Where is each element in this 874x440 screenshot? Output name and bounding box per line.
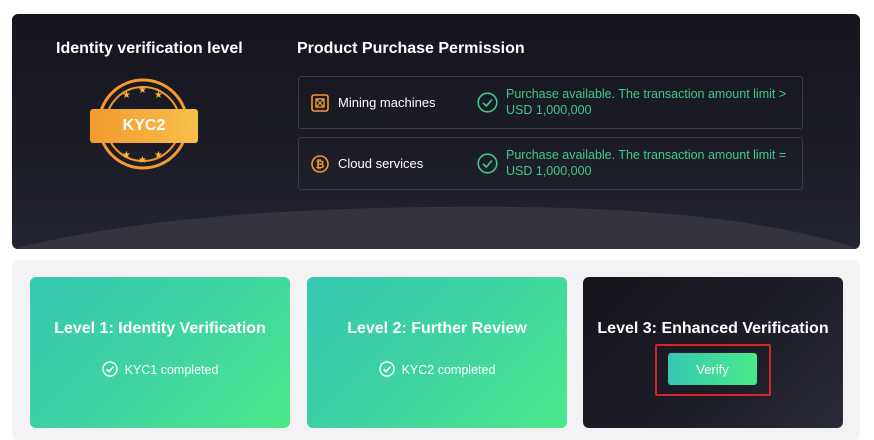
svg-text:★: ★: [154, 150, 163, 161]
level-2-title: Level 2: Further Review: [347, 320, 527, 337]
svg-text:★: ★: [138, 155, 147, 166]
level-1-status: KYC1 completed: [30, 361, 290, 377]
svg-text:★: ★: [138, 85, 147, 96]
kyc-badge-label: KYC2: [90, 109, 198, 143]
permission-name: Mining machines: [338, 95, 436, 110]
permission-row-cloud: ₿ Cloud services Purchase available. The…: [298, 137, 803, 190]
check-circle-icon: [477, 92, 498, 113]
level-1-title: Level 1: Identity Verification: [54, 320, 266, 337]
check-circle-icon: [378, 361, 395, 377]
verify-button[interactable]: Verify: [668, 353, 757, 385]
level-3-title: Level 3: Enhanced Verification: [597, 320, 829, 337]
level-1-status-text: KYC1 completed: [124, 363, 219, 377]
mining-machine-icon: [311, 94, 329, 112]
level-2-card: Level 2: Further Review KYC2 completed: [307, 277, 567, 428]
permission-row-mining: Mining machines Purchase available. The …: [298, 76, 803, 129]
identity-level-title: Identity verification level: [56, 40, 243, 57]
level-2-status-text: KYC2 completed: [401, 363, 496, 377]
check-circle-icon: [477, 153, 498, 174]
level-2-status: KYC2 completed: [307, 361, 567, 377]
svg-text:★: ★: [122, 90, 131, 101]
level-1-card: Level 1: Identity Verification KYC1 comp…: [30, 277, 290, 428]
permission-status: Purchase available. The transaction amou…: [506, 87, 787, 117]
bitcoin-icon: ₿: [311, 155, 329, 173]
permission-status: Purchase available. The transaction amou…: [506, 148, 787, 178]
svg-text:★: ★: [122, 150, 131, 161]
svg-text:★: ★: [154, 90, 163, 101]
permission-name: Cloud services: [338, 156, 424, 171]
permissions-title: Product Purchase Permission: [297, 40, 525, 57]
check-circle-icon: [101, 361, 118, 377]
svg-text:₿: ₿: [316, 158, 325, 171]
